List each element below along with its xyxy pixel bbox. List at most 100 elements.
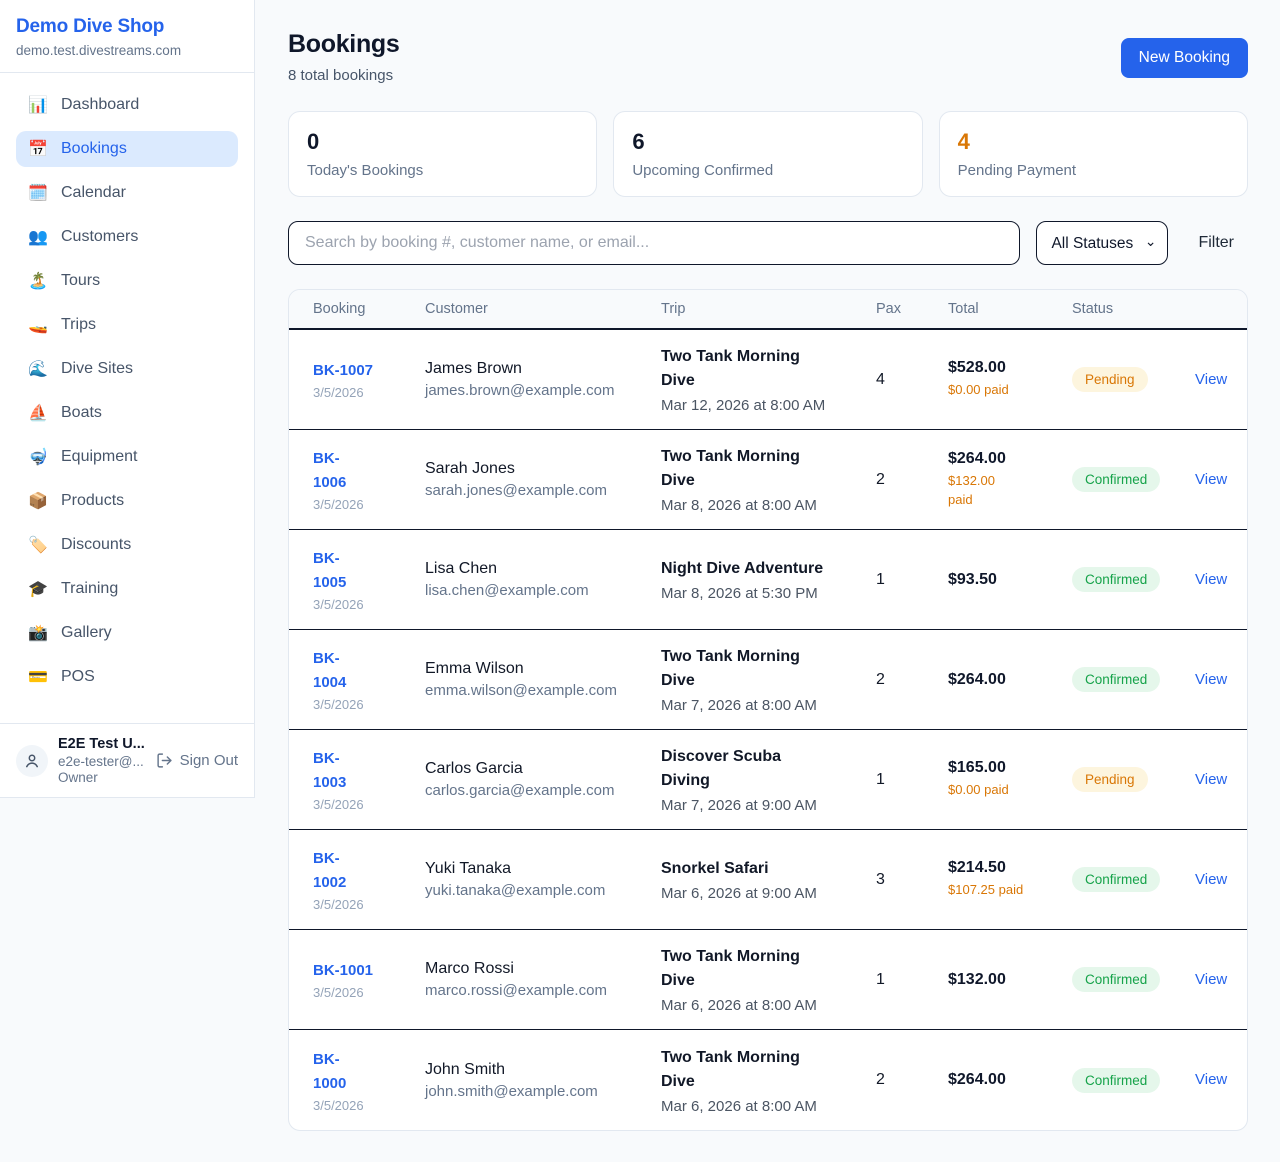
view-link[interactable]: View	[1195, 471, 1227, 488]
view-link[interactable]: View	[1195, 371, 1227, 388]
total-amount: $165.00	[948, 759, 1062, 777]
sidebar-item-label: Boats	[61, 404, 102, 422]
col-header-trip: Trip	[661, 301, 876, 317]
customer-name: Emma Wilson	[425, 660, 651, 678]
sidebar-item-label: Bookings	[61, 140, 127, 158]
trip-name: Night Dive Adventure	[661, 557, 826, 581]
booking-number-link[interactable]: BK- 1005	[313, 547, 346, 595]
booking-number-link[interactable]: BK-1007	[313, 359, 373, 383]
sidebar-item-training[interactable]: 🎓 Training	[16, 571, 238, 607]
sign-out-button[interactable]: Sign Out	[156, 752, 238, 769]
table-row: BK-1007 3/5/2026 James Brown james.brown…	[289, 330, 1247, 430]
sidebar-item-label: Dashboard	[61, 96, 139, 114]
total-amount: $132.00	[948, 971, 1062, 989]
view-link[interactable]: View	[1195, 571, 1227, 588]
total-amount: $214.50	[948, 859, 1062, 877]
table-row: BK- 1004 3/5/2026 Emma Wilson emma.wilso…	[289, 630, 1247, 730]
sidebar-item-label: Trips	[61, 316, 96, 334]
booking-date: 3/5/2026	[313, 897, 415, 912]
booking-number-link[interactable]: BK-1001	[313, 959, 373, 983]
user-footer: E2E Test U... e2e-tester@... Owner Sign …	[0, 723, 254, 797]
bookings-table: Booking Customer Trip Pax Total Status B…	[288, 289, 1248, 1131]
customer-email: lisa.chen@example.com	[425, 582, 651, 599]
trip-name: Two Tank Morning Dive	[661, 945, 826, 993]
sidebar-item-products[interactable]: 📦 Products	[16, 483, 238, 519]
person-icon	[23, 752, 41, 770]
brand-name: Demo Dive Shop	[16, 16, 238, 38]
total-amount: $264.00	[948, 450, 1062, 468]
products-icon: 📦	[28, 493, 48, 509]
booking-number-link[interactable]: BK- 1002	[313, 847, 346, 895]
filters-bar: All Statuses ⌄ Filter	[288, 221, 1248, 265]
user-info: E2E Test U... e2e-tester@... Owner	[58, 736, 145, 785]
sidebar-item-dashboard[interactable]: 📊 Dashboard	[16, 87, 238, 123]
customer-email: john.smith@example.com	[425, 1083, 651, 1100]
paid-amount: $107.25 paid	[948, 881, 1028, 900]
stat-value: 0	[307, 129, 578, 155]
stat-label: Upcoming Confirmed	[632, 162, 903, 179]
sidebar-item-trips[interactable]: 🚤 Trips	[16, 307, 238, 343]
user-name: E2E Test U...	[58, 736, 145, 752]
booking-number-link[interactable]: BK- 1004	[313, 647, 346, 695]
discounts-icon: 🏷️	[28, 537, 48, 553]
trip-datetime: Mar 12, 2026 at 8:00 AM	[661, 397, 866, 414]
trip-name: Two Tank Morning Dive	[661, 1046, 826, 1094]
sidebar-item-dive-sites[interactable]: 🌊 Dive Sites	[16, 351, 238, 387]
sidebar-item-gallery[interactable]: 📸 Gallery	[16, 615, 238, 651]
filter-button[interactable]: Filter	[1184, 234, 1248, 252]
trip-name: Discover Scuba Diving	[661, 745, 826, 793]
status-badge: Confirmed	[1072, 467, 1160, 492]
booking-number-link[interactable]: BK- 1006	[313, 447, 346, 495]
status-badge: Confirmed	[1072, 667, 1160, 692]
view-link[interactable]: View	[1195, 971, 1227, 988]
stat-value: 6	[632, 129, 903, 155]
table-row: BK- 1000 3/5/2026 John Smith john.smith@…	[289, 1030, 1247, 1130]
main-content: Bookings 8 total bookings New Booking 0T…	[256, 0, 1280, 1162]
sign-out-label: Sign Out	[180, 752, 238, 769]
booking-number-link[interactable]: BK- 1003	[313, 747, 346, 795]
sidebar-item-pos[interactable]: 💳 POS	[16, 659, 238, 695]
customer-name: John Smith	[425, 1061, 651, 1079]
booking-date: 3/5/2026	[313, 797, 415, 812]
sidebar-item-label: Customers	[61, 228, 138, 246]
sidebar-item-tours[interactable]: 🏝️ Tours	[16, 263, 238, 299]
table-header-row: Booking Customer Trip Pax Total Status	[289, 290, 1247, 330]
pax-count: 2	[876, 1071, 948, 1089]
dive-sites-icon: 🌊	[28, 361, 48, 377]
trips-icon: 🚤	[28, 317, 48, 333]
stats-cards: 0Today's Bookings6Upcoming Confirmed4Pen…	[288, 111, 1248, 197]
booking-number-link[interactable]: BK- 1000	[313, 1048, 346, 1096]
trip-datetime: Mar 7, 2026 at 9:00 AM	[661, 797, 866, 814]
trip-datetime: Mar 7, 2026 at 8:00 AM	[661, 697, 866, 714]
sidebar-item-discounts[interactable]: 🏷️ Discounts	[16, 527, 238, 563]
sidebar-item-customers[interactable]: 👥 Customers	[16, 219, 238, 255]
stat-value: 4	[958, 129, 1229, 155]
pax-count: 1	[876, 571, 948, 589]
sidebar-item-boats[interactable]: ⛵ Boats	[16, 395, 238, 431]
customer-name: Marco Rossi	[425, 960, 651, 978]
col-header-customer: Customer	[425, 301, 661, 317]
trip-datetime: Mar 8, 2026 at 5:30 PM	[661, 585, 866, 602]
customer-name: Lisa Chen	[425, 560, 651, 578]
customers-icon: 👥	[28, 229, 48, 245]
view-link[interactable]: View	[1195, 1071, 1227, 1088]
sidebar-nav: 📊 Dashboard 📅 Bookings 🗓️ Calendar 👥 Cus…	[0, 73, 254, 703]
calendar-icon: 🗓️	[28, 185, 48, 201]
pax-count: 4	[876, 371, 948, 389]
table-row: BK- 1003 3/5/2026 Carlos Garcia carlos.g…	[289, 730, 1247, 830]
new-booking-button[interactable]: New Booking	[1121, 38, 1248, 78]
brand-block: Demo Dive Shop demo.test.divestreams.com	[0, 0, 254, 73]
view-link[interactable]: View	[1195, 671, 1227, 688]
view-link[interactable]: View	[1195, 771, 1227, 788]
status-filter-select[interactable]: All Statuses	[1036, 221, 1168, 265]
view-link[interactable]: View	[1195, 871, 1227, 888]
page-title: Bookings	[288, 30, 400, 59]
sidebar-item-calendar[interactable]: 🗓️ Calendar	[16, 175, 238, 211]
sidebar-item-equipment[interactable]: 🤿 Equipment	[16, 439, 238, 475]
total-amount: $264.00	[948, 671, 1062, 689]
tours-icon: 🏝️	[28, 273, 48, 289]
search-input[interactable]	[288, 221, 1020, 265]
status-badge: Confirmed	[1072, 967, 1160, 992]
dashboard-icon: 📊	[28, 97, 48, 113]
sidebar-item-bookings[interactable]: 📅 Bookings	[16, 131, 238, 167]
